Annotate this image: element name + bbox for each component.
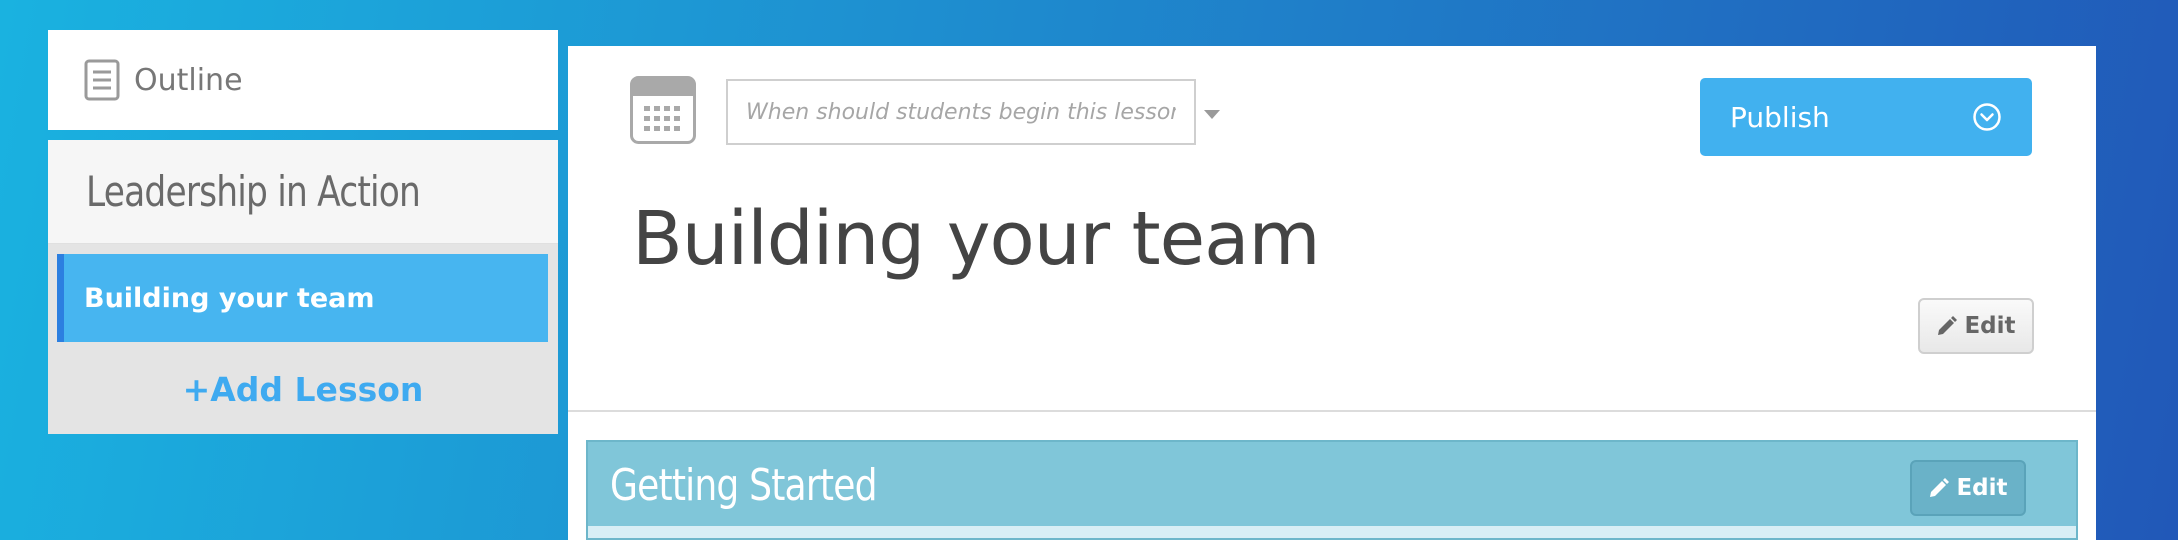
pencil-icon (1938, 316, 1958, 335)
course-panel: Leadership in Action Building your team … (48, 140, 558, 434)
caret-down-icon[interactable] (1204, 110, 1220, 119)
add-lesson-label: +Add Lesson (182, 369, 424, 409)
start-date-input[interactable] (726, 79, 1196, 145)
lesson-editor: Publish Building your team Edit Getting … (568, 46, 2096, 540)
chevron-down-circle-icon (1973, 103, 2001, 131)
section-title: Getting Started (610, 460, 877, 511)
document-icon (84, 59, 120, 101)
course-header: Leadership in Action (48, 140, 558, 244)
edit-lesson-button[interactable]: Edit (1918, 298, 2034, 354)
lesson-title: Building your team (632, 196, 1321, 282)
sidebar-lesson-building-your-team[interactable]: Building your team (57, 254, 548, 342)
lesson-item-label: Building your team (84, 282, 375, 314)
section-content-strip (588, 526, 2076, 538)
publish-button[interactable]: Publish (1700, 78, 2032, 156)
pencil-icon (1930, 478, 1950, 497)
outline-label: Outline (134, 62, 243, 98)
edit-label: Edit (1956, 475, 2008, 501)
outline-tab[interactable]: Outline (48, 30, 558, 130)
add-lesson-button[interactable]: +Add Lesson (48, 354, 558, 424)
edit-section-button[interactable]: Edit (1910, 460, 2026, 516)
edit-label: Edit (1964, 313, 2016, 339)
lesson-header: Publish Building your team Edit (568, 46, 2096, 412)
course-title: Leadership in Action (86, 167, 421, 216)
publish-label: Publish (1730, 100, 1830, 134)
calendar-icon[interactable] (630, 76, 696, 144)
section-getting-started: Getting Started Edit (586, 440, 2078, 540)
